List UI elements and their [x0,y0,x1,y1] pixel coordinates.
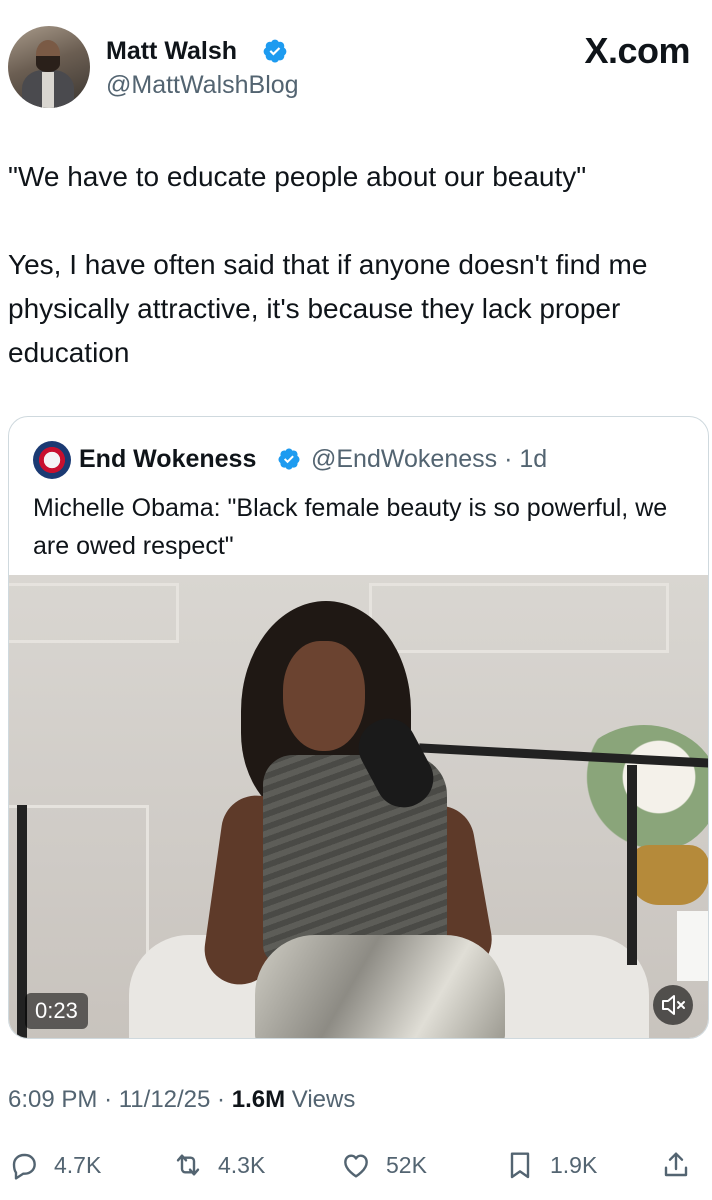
quoted-post-age[interactable]: 1d [519,445,547,473]
meta-separator: · [104,1086,113,1113]
reply-icon [12,1153,36,1180]
reply-count: 4.7K [54,1151,102,1178]
verified-badge-icon [278,448,300,470]
post-date[interactable]: 11/12/25 [119,1086,211,1113]
like-count: 52K [386,1151,427,1178]
views-label: Views [291,1086,356,1113]
meta-separator: · [504,445,513,473]
video-duration-badge: 0:23 [25,993,88,1029]
reply-button[interactable]: 4.7K [8,1140,101,1190]
quoted-post[interactable]: End Wokeness @EndWokeness · 1d Michelle … [8,416,709,1039]
share-icon [664,1152,688,1177]
quoted-author-meta: @EndWokeness · 1d [311,444,547,474]
action-bar: 4.7K 4.3K 52K 1.9K [0,1140,712,1190]
author-handle[interactable]: @MattWalshBlog [106,70,299,100]
author-avatar[interactable] [8,26,90,108]
verified-badge-icon [263,39,287,63]
bookmark-icon [510,1152,530,1179]
views-count: 1.6M [231,1086,286,1113]
site-logo: X.com [584,30,690,71]
post-time[interactable]: 6:09 PM [8,1086,97,1113]
share-button[interactable] [660,1140,692,1190]
quoted-post-text: Michelle Obama: "Black female beauty is … [33,494,668,560]
like-button[interactable]: 52K [340,1140,427,1190]
author-name[interactable]: Matt Walsh [106,36,237,66]
repost-count: 4.3K [218,1151,266,1178]
repost-icon [176,1154,200,1176]
like-icon [344,1154,368,1178]
post-text: "We have to educate people about our bea… [8,161,648,368]
bookmark-count: 1.9K [550,1151,598,1178]
quoted-author-avatar[interactable] [33,441,71,479]
meta-separator: · [217,1086,226,1113]
video-player[interactable]: 0:23 [9,575,708,1038]
bookmark-button[interactable]: 1.9K [504,1140,597,1190]
mute-button[interactable] [653,985,693,1025]
quoted-author-name[interactable]: End Wokeness [79,444,256,474]
post-meta: 6:09 PM · 11/12/25 · 1.6M Views [8,1083,355,1117]
mute-icon [662,995,685,1015]
quoted-author-handle[interactable]: @EndWokeness [311,445,497,473]
repost-button[interactable]: 4.3K [172,1140,265,1190]
